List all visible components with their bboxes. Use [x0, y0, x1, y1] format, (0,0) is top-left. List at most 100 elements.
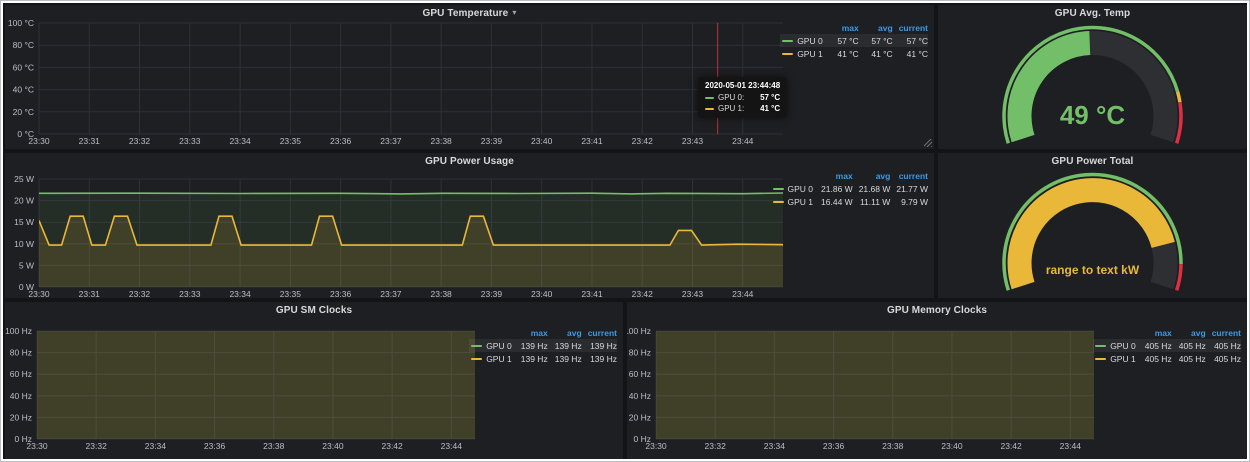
- legend-header-avg[interactable]: avg: [859, 21, 893, 34]
- svg-text:23:40: 23:40: [531, 289, 553, 298]
- panel-title-gpu-power-total[interactable]: GPU Power Total: [938, 156, 1247, 167]
- panel-title-text: GPU Memory Clocks: [887, 305, 987, 316]
- legend-value: 57 °C: [825, 34, 859, 47]
- legend-value: 405 Hz: [1138, 339, 1172, 352]
- panel-title-text: GPU Temperature: [423, 8, 509, 19]
- svg-text:80 Hz: 80 Hz: [629, 348, 651, 358]
- legend-header-avg[interactable]: avg: [853, 169, 891, 182]
- legend-value: 405 Hz: [1138, 352, 1172, 365]
- legend-row-gpu-0[interactable]: GPU 0405 Hz405 Hz405 Hz: [1093, 339, 1241, 352]
- svg-text:23:34: 23:34: [229, 289, 251, 298]
- panel-gpu-avg-temp: GPU Avg. Temp 49 °C: [938, 5, 1247, 149]
- legend-header-current[interactable]: current: [1206, 326, 1241, 339]
- legend-header-current[interactable]: current: [893, 21, 928, 34]
- svg-text:80 °C: 80 °C: [13, 40, 34, 50]
- legend-row-gpu-1[interactable]: GPU 1139 Hz139 Hz139 Hz: [469, 352, 617, 365]
- legend-row-gpu-1[interactable]: GPU 116.44 W11.11 W9.79 W: [771, 195, 928, 208]
- svg-text:40 Hz: 40 Hz: [629, 391, 651, 401]
- legend-header-max[interactable]: max: [514, 326, 548, 339]
- svg-text:23:30: 23:30: [28, 289, 50, 298]
- svg-text:23:44: 23:44: [1060, 441, 1082, 451]
- panel-gpu-memory-clocks: GPU Memory Clocks 100 Hz80 Hz60 Hz40 Hz2…: [627, 302, 1247, 459]
- legend-value: 405 Hz: [1172, 352, 1206, 365]
- legend-header-current[interactable]: current: [582, 326, 617, 339]
- legend-row-gpu-1[interactable]: GPU 141 °C41 °C41 °C: [780, 47, 928, 60]
- svg-text:23:42: 23:42: [632, 289, 654, 298]
- svg-text:20 W: 20 W: [14, 196, 34, 206]
- svg-text:23:33: 23:33: [179, 136, 201, 146]
- svg-text:60 °C: 60 °C: [13, 62, 34, 72]
- legend-header-max[interactable]: max: [1138, 326, 1172, 339]
- legend-value: 405 Hz: [1206, 352, 1241, 365]
- svg-text:20 Hz: 20 Hz: [629, 412, 651, 422]
- svg-text:23:43: 23:43: [682, 136, 704, 146]
- panel-title-gpu-avg-temp[interactable]: GPU Avg. Temp: [938, 8, 1247, 19]
- legend-value: 139 Hz: [582, 352, 617, 365]
- svg-text:23:40: 23:40: [322, 441, 344, 451]
- legend-row-gpu-0[interactable]: GPU 021.86 W21.68 W21.77 W: [771, 182, 928, 195]
- svg-text:23:41: 23:41: [581, 136, 603, 146]
- legend-row-gpu-1[interactable]: GPU 1405 Hz405 Hz405 Hz: [1093, 352, 1241, 365]
- legend-value: 139 Hz: [514, 339, 548, 352]
- legend-row-gpu-0[interactable]: GPU 0139 Hz139 Hz139 Hz: [469, 339, 617, 352]
- tooltip-row: GPU 0:57 °C: [705, 92, 780, 103]
- legend-header-max[interactable]: max: [825, 21, 859, 34]
- panel-title-gpu-temperature[interactable]: GPU Temperature▾: [5, 8, 934, 19]
- svg-text:23:36: 23:36: [330, 289, 352, 298]
- svg-text:23:42: 23:42: [632, 136, 654, 146]
- legend-value: 41 °C: [859, 47, 893, 60]
- svg-text:23:42: 23:42: [1000, 441, 1022, 451]
- gpu-memory-clocks-legend[interactable]: maxavgcurrentGPU 0405 Hz405 Hz405 HzGPU …: [1093, 326, 1241, 365]
- svg-text:23:39: 23:39: [481, 289, 503, 298]
- legend-value: 139 Hz: [548, 352, 582, 365]
- legend-value: 9.79 W: [890, 195, 928, 208]
- svg-text:23:31: 23:31: [79, 136, 101, 146]
- series-color-swatch: [705, 108, 714, 110]
- svg-text:23:39: 23:39: [481, 136, 503, 146]
- legend-row-gpu-0[interactable]: GPU 057 °C57 °C57 °C: [780, 34, 928, 47]
- legend-value: 139 Hz: [582, 339, 617, 352]
- svg-text:23:32: 23:32: [129, 289, 151, 298]
- panel-title-gpu-power-usage[interactable]: GPU Power Usage: [5, 156, 934, 167]
- legend-value: 139 Hz: [514, 352, 548, 365]
- svg-text:23:32: 23:32: [705, 441, 727, 451]
- series-color-swatch: [773, 201, 784, 203]
- legend-value: 21.77 W: [890, 182, 928, 195]
- panel-title-gpu-sm-clocks[interactable]: GPU SM Clocks: [5, 305, 623, 316]
- chart-hover-tooltip: 2020-05-01 23:44:48GPU 0:57 °CGPU 1:41 °…: [698, 77, 787, 118]
- svg-text:60 Hz: 60 Hz: [629, 369, 651, 379]
- svg-text:40 Hz: 40 Hz: [10, 391, 32, 401]
- gpu-temperature-legend[interactable]: maxavgcurrentGPU 057 °C57 °C57 °CGPU 141…: [780, 21, 928, 60]
- series-color-swatch: [471, 345, 482, 347]
- legend-header-max[interactable]: max: [815, 169, 853, 182]
- svg-text:23:32: 23:32: [86, 441, 108, 451]
- legend-header-current[interactable]: current: [890, 169, 928, 182]
- gpu-sm-clocks-legend[interactable]: maxavgcurrentGPU 0139 Hz139 Hz139 HzGPU …: [469, 326, 617, 365]
- svg-text:23:34: 23:34: [145, 441, 167, 451]
- legend-header-avg[interactable]: avg: [548, 326, 582, 339]
- svg-text:10 W: 10 W: [14, 239, 34, 249]
- legend-header-avg[interactable]: avg: [1172, 326, 1206, 339]
- panel-gpu-power-usage: GPU Power Usage 25 W20 W15 W10 W5 W0 W23…: [5, 153, 934, 298]
- panel-title-gpu-memory-clocks[interactable]: GPU Memory Clocks: [627, 305, 1247, 316]
- svg-text:15 W: 15 W: [14, 217, 34, 227]
- svg-text:23:43: 23:43: [682, 289, 704, 298]
- gpu-power-usage-legend[interactable]: maxavgcurrentGPU 021.86 W21.68 W21.77 WG…: [771, 169, 928, 208]
- svg-text:23:30: 23:30: [645, 441, 667, 451]
- panel-gpu-power-total: GPU Power Total range to text kW: [938, 153, 1247, 298]
- panel-menu-caret-icon[interactable]: ▾: [512, 8, 516, 17]
- panel-title-text: GPU Avg. Temp: [1055, 8, 1130, 19]
- svg-text:23:38: 23:38: [882, 441, 904, 451]
- svg-text:20 Hz: 20 Hz: [10, 412, 32, 422]
- series-color-swatch: [773, 188, 784, 190]
- panel-resize-handle[interactable]: [924, 139, 932, 147]
- svg-text:23:44: 23:44: [441, 441, 463, 451]
- svg-text:20 °C: 20 °C: [13, 107, 34, 117]
- panel-gpu-sm-clocks: GPU SM Clocks 100 Hz80 Hz60 Hz40 Hz20 Hz…: [5, 302, 623, 459]
- svg-text:5 W: 5 W: [19, 260, 34, 270]
- legend-value: 21.86 W: [815, 182, 853, 195]
- gauge-value-avg-temp: 49 °C: [938, 100, 1247, 131]
- legend-value: 41 °C: [825, 47, 859, 60]
- svg-text:23:36: 23:36: [204, 441, 226, 451]
- panel-title-text: GPU Power Usage: [425, 156, 514, 167]
